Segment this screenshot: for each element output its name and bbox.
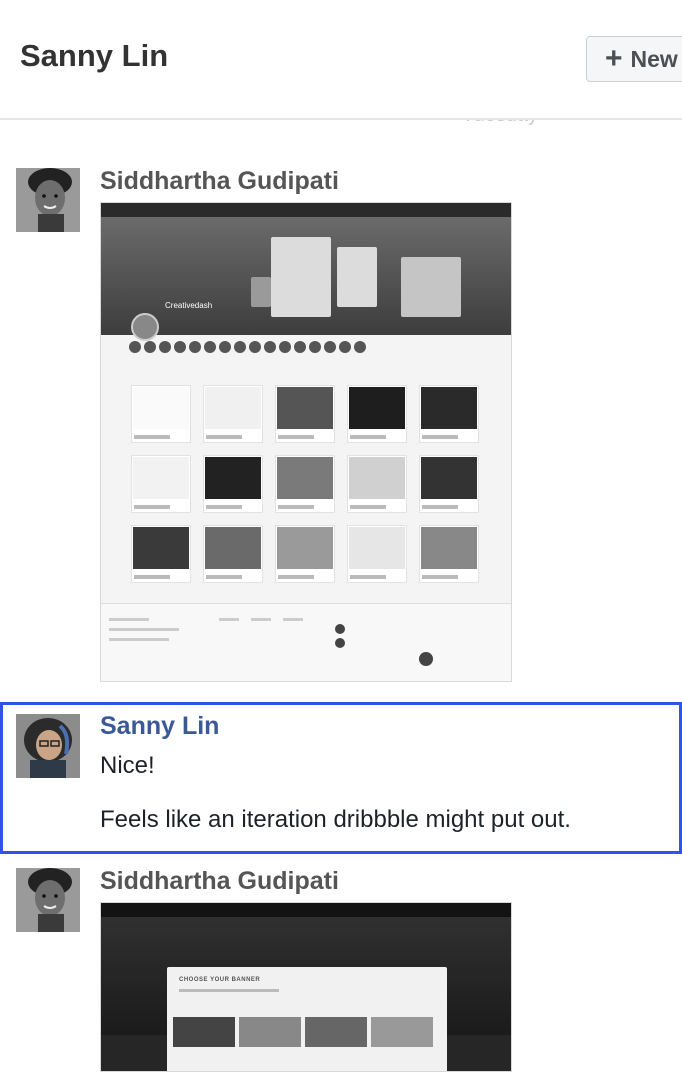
new-message-button[interactable]: + New bbox=[586, 36, 682, 82]
message-text: Nice! bbox=[100, 752, 155, 779]
sender-name[interactable]: Siddhartha Gudipati bbox=[100, 867, 339, 896]
thumbnail-footer bbox=[101, 603, 511, 681]
avatar[interactable] bbox=[16, 714, 80, 778]
follower-avatars bbox=[129, 341, 366, 353]
avatar[interactable] bbox=[16, 168, 80, 232]
sender-name[interactable]: Sanny Lin bbox=[100, 712, 219, 741]
new-button-label: New bbox=[630, 45, 678, 72]
thumbnail-hero: Creativedash bbox=[101, 217, 511, 341]
image-attachment[interactable]: CHOOSE YOUR BANNER bbox=[100, 902, 512, 1072]
modal-title: CHOOSE YOUR BANNER bbox=[179, 977, 261, 983]
conversation-header: Sanny Lin + New bbox=[0, 0, 682, 120]
plus-icon: + bbox=[605, 42, 623, 75]
banner-modal: CHOOSE YOUR BANNER bbox=[167, 967, 447, 1071]
message-text: Feels like an iteration dribbble might p… bbox=[100, 806, 571, 833]
hero-title: Creativedash bbox=[165, 301, 213, 310]
avatar[interactable] bbox=[16, 868, 80, 932]
logo-icon bbox=[131, 313, 159, 341]
conversation-title: Sanny Lin bbox=[20, 38, 169, 73]
shot-grid bbox=[131, 385, 479, 583]
thumbnail-topbar bbox=[101, 203, 511, 217]
image-attachment[interactable]: Creativedash bbox=[100, 202, 512, 682]
sender-name[interactable]: Siddhartha Gudipati bbox=[100, 167, 339, 196]
